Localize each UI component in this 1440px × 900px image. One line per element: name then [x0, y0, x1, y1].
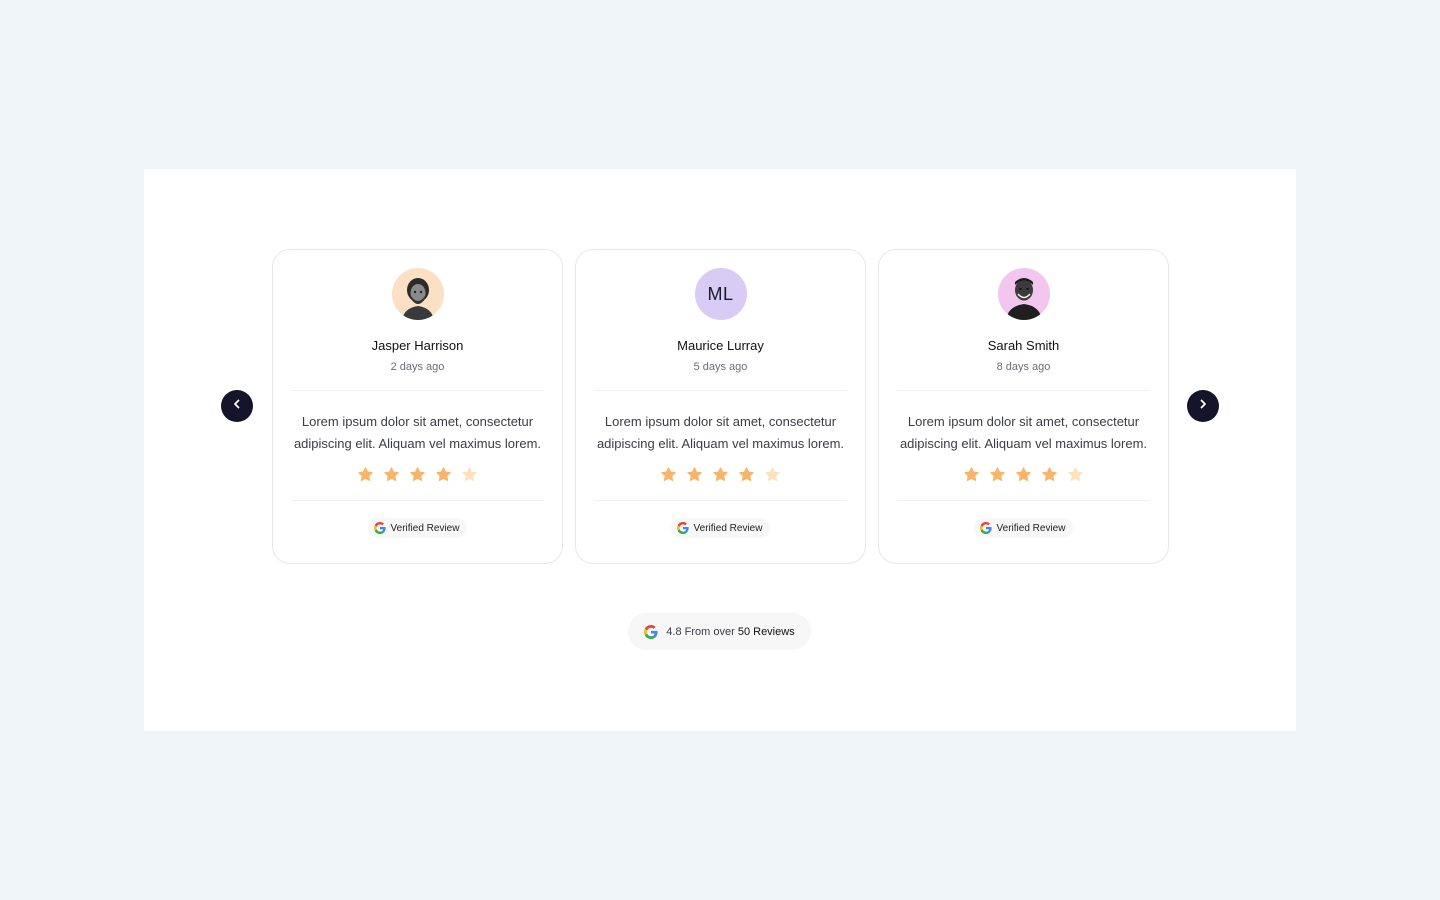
- rating-summary[interactable]: 4.8 From over 50 Reviews: [628, 613, 811, 650]
- reviewer-name: Maurice Lurray: [677, 338, 764, 353]
- divider: [897, 390, 1150, 391]
- star-filled-icon: [738, 466, 755, 483]
- summary-prefix: 4.8 From over: [666, 625, 735, 638]
- star-filled-icon: [1041, 466, 1058, 483]
- review-date: 8 days ago: [996, 361, 1051, 373]
- avatar-initials: ML: [707, 283, 734, 304]
- chevron-right-icon: [1197, 397, 1209, 415]
- star-filled-icon: [357, 466, 374, 483]
- review-card: ML Maurice Lurray 5 days ago Lorem ipsum…: [575, 249, 866, 564]
- divider: [897, 500, 1150, 501]
- review-card: Sarah Smith 8 days ago Lorem ipsum dolor…: [878, 249, 1169, 564]
- star-empty-icon: [461, 466, 478, 483]
- star-filled-icon: [1015, 466, 1032, 483]
- star-filled-icon: [989, 466, 1006, 483]
- divider: [291, 390, 544, 391]
- verified-label: Verified Review: [693, 522, 763, 534]
- review-card: Jasper Harrison 2 days ago Lorem ipsum d…: [272, 249, 563, 564]
- verified-label: Verified Review: [996, 522, 1066, 534]
- google-icon: [373, 522, 386, 534]
- reviewer-name: Sarah Smith: [987, 338, 1060, 353]
- reviews-panel: Jasper Harrison 2 days ago Lorem ipsum d…: [144, 169, 1296, 731]
- divider: [594, 500, 847, 501]
- review-text: Lorem ipsum dolor sit amet, consectetur …: [596, 414, 845, 451]
- star-filled-icon: [712, 466, 729, 483]
- star-filled-icon: [963, 466, 980, 483]
- verified-badge: Verified Review: [670, 518, 771, 538]
- star-filled-icon: [686, 466, 703, 483]
- avatar: [391, 268, 444, 320]
- next-button[interactable]: [1187, 390, 1219, 422]
- verified-label: Verified Review: [390, 522, 460, 534]
- star-filled-icon: [409, 466, 426, 483]
- verified-badge: Verified Review: [367, 518, 468, 538]
- star-rating: [963, 466, 1084, 483]
- avatar: ML: [694, 268, 747, 320]
- google-icon: [644, 624, 658, 639]
- avatar: [997, 268, 1050, 320]
- chevron-left-icon: [231, 397, 243, 415]
- verified-badge: Verified Review: [973, 518, 1074, 538]
- reviewer-name: Jasper Harrison: [371, 338, 464, 353]
- summary-review-count: 50 Reviews: [737, 625, 795, 638]
- review-text: Lorem ipsum dolor sit amet, consectetur …: [899, 414, 1148, 451]
- star-filled-icon: [383, 466, 400, 483]
- prev-button[interactable]: [221, 390, 253, 422]
- divider: [291, 500, 544, 501]
- google-icon: [979, 522, 992, 534]
- star-filled-icon: [660, 466, 677, 483]
- star-rating: [357, 466, 478, 483]
- person-photo-icon: [1005, 278, 1042, 320]
- star-rating: [660, 466, 781, 483]
- star-filled-icon: [435, 466, 452, 483]
- star-empty-icon: [764, 466, 781, 483]
- divider: [594, 390, 847, 391]
- review-date: 2 days ago: [390, 361, 445, 373]
- review-text: Lorem ipsum dolor sit amet, consectetur …: [293, 414, 542, 451]
- review-carousel: Jasper Harrison 2 days ago Lorem ipsum d…: [272, 249, 1169, 564]
- review-date: 5 days ago: [693, 361, 748, 373]
- star-empty-icon: [1067, 466, 1084, 483]
- person-photo-icon: [401, 278, 434, 320]
- google-icon: [676, 522, 689, 534]
